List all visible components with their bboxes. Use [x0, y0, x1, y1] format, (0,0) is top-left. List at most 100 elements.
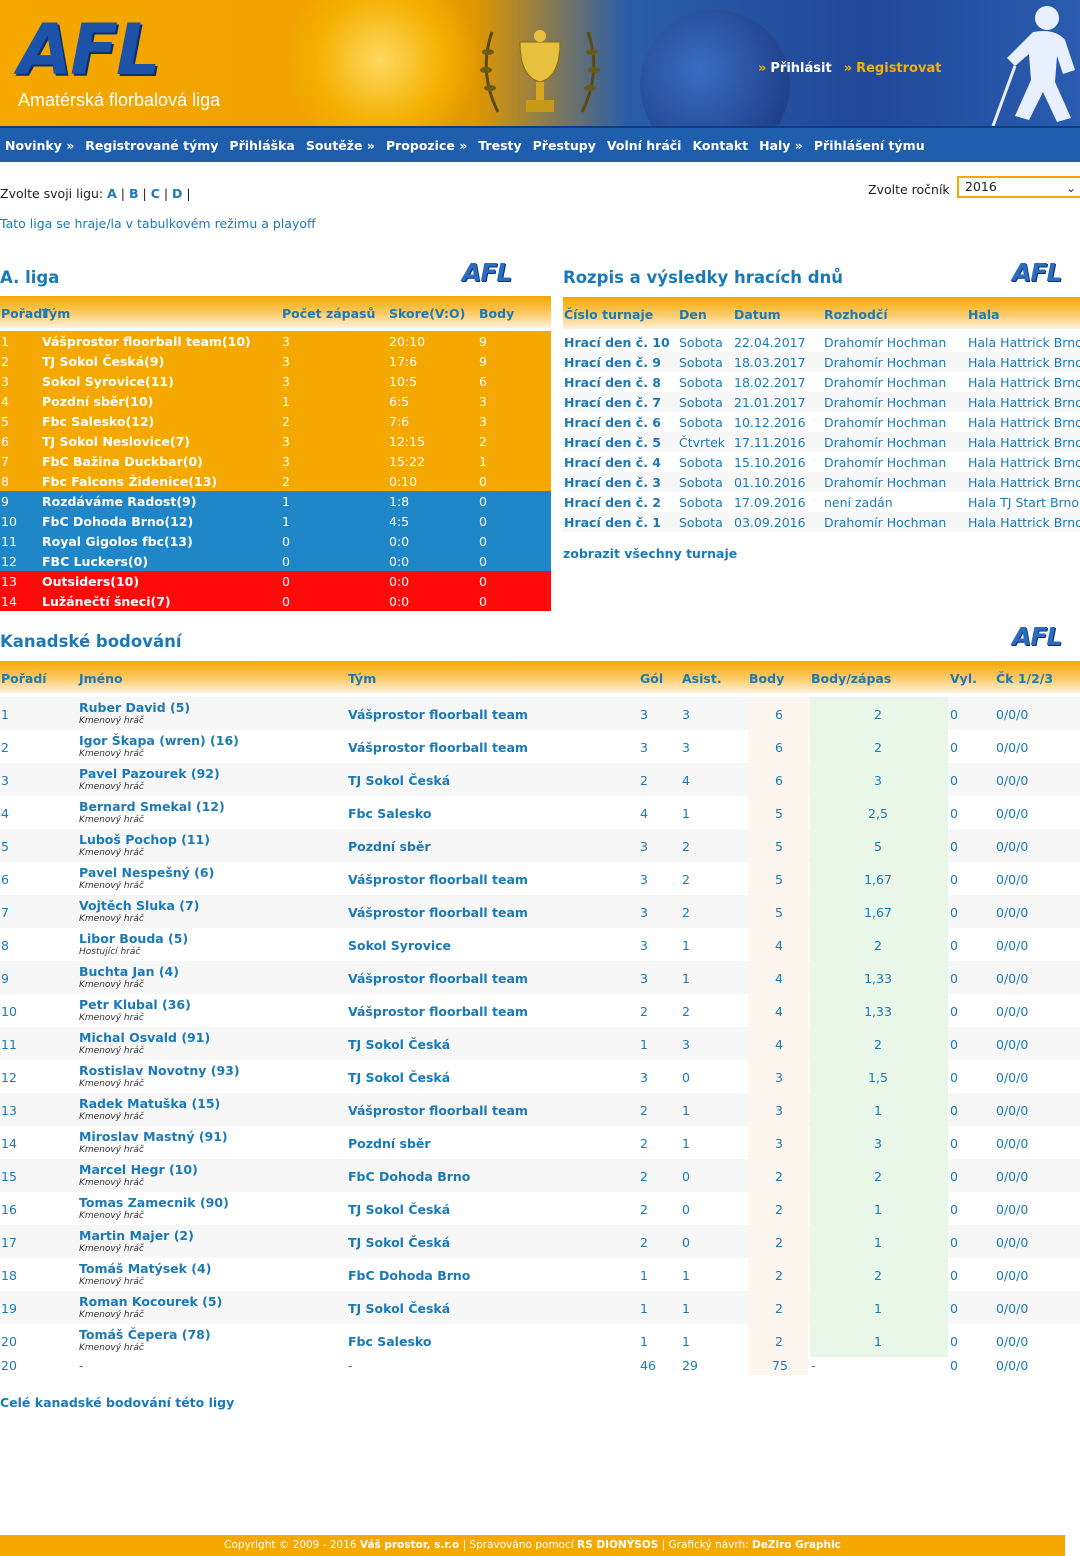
league-c-link[interactable]: C	[151, 186, 160, 201]
player-name-link[interactable]: Bernard Smekal (12)	[79, 799, 225, 814]
player-team-link[interactable]: TJ Sokol Česká	[348, 1202, 450, 1217]
nav-item[interactable]: Registrované týmy	[85, 138, 218, 153]
nav-item[interactable]: Novinky »	[5, 138, 74, 153]
player-team-link[interactable]: Vášprostor floorball team	[348, 740, 528, 755]
player-team-link[interactable]: FbC Dohoda Brno	[348, 1169, 470, 1184]
player-team-link[interactable]: Vášprostor floorball team	[348, 971, 528, 986]
schedule-num[interactable]: Hrací den č. 5	[564, 435, 661, 450]
nav-item[interactable]: Propozice »	[386, 138, 467, 153]
footer-company-link[interactable]: Váš prostor, s.r.o	[360, 1539, 459, 1551]
scoring-cards: 0/0/0	[996, 839, 1029, 854]
player-team-link[interactable]: Vášprostor floorball team	[348, 707, 528, 722]
player-team-link[interactable]: TJ Sokol Česká	[348, 1301, 450, 1316]
afl-logo[interactable]: AFL	[18, 12, 161, 88]
footer-designer-link[interactable]: DeZiro Graphic	[752, 1539, 841, 1551]
schedule-num[interactable]: Hrací den č. 3	[564, 475, 661, 490]
standings-team[interactable]: Fbc Falcons Židenice(13)	[42, 474, 217, 489]
standings-team[interactable]: TJ Sokol Neslovice(7)	[42, 434, 190, 449]
player-name-link[interactable]: Buchta Jan (4)	[79, 964, 179, 979]
player-name-link[interactable]: Michal Osvald (91)	[79, 1030, 210, 1045]
schedule-num[interactable]: Hrací den č. 10	[564, 335, 670, 350]
scoring-rank: 8	[1, 938, 9, 953]
standings-team[interactable]: Lužánečtí šneci(7)	[42, 594, 171, 609]
standings-team[interactable]: Sokol Syrovice(11)	[42, 374, 174, 389]
scoring-assists: 0	[682, 1202, 690, 1217]
scoring-points: 5	[775, 839, 783, 854]
nav-item[interactable]: Kontakt	[692, 138, 748, 153]
player-team-link[interactable]: TJ Sokol Česká	[348, 773, 450, 788]
player-team-link[interactable]: Vášprostor floorball team	[348, 1004, 528, 1019]
schedule-num[interactable]: Hrací den č. 8	[564, 375, 661, 390]
standings-team[interactable]: Vášprostor floorball team(10)	[42, 334, 251, 349]
schedule-num[interactable]: Hrací den č. 6	[564, 415, 661, 430]
player-team-link[interactable]: Pozdní sběr	[348, 839, 431, 854]
nav-item[interactable]: Přihlášení týmu	[814, 138, 925, 153]
player-team-link[interactable]: TJ Sokol Česká	[348, 1070, 450, 1085]
standings-team[interactable]: Rozdáváme Radost(9)	[42, 494, 196, 509]
player-team-link[interactable]: TJ Sokol Česká	[348, 1037, 450, 1052]
player-name-link[interactable]: Igor Škapa (wren) (16)	[79, 733, 239, 748]
player-team-link[interactable]: FbC Dohoda Brno	[348, 1268, 470, 1283]
player-name-link[interactable]: Miroslav Mastný (91)	[79, 1129, 228, 1144]
login-link[interactable]: » Přihlásit	[758, 61, 832, 76]
schedule-num[interactable]: Hrací den č. 4	[564, 455, 661, 470]
player-name-link[interactable]: Roman Kocourek (5)	[79, 1294, 222, 1309]
scoring-rank: 14	[1, 1136, 17, 1151]
schedule-hall: Hala TJ Start Brno	[968, 495, 1080, 510]
footer-cms-link[interactable]: RS DIONÝSOS	[577, 1539, 658, 1551]
schedule-num[interactable]: Hrací den č. 2	[564, 495, 661, 510]
standings-team[interactable]: Royal Gigolos fbc(13)	[42, 534, 193, 549]
nav-item[interactable]: Přestupy	[533, 138, 596, 153]
show-all-tournaments-link[interactable]: zobrazit všechny turnaje	[563, 546, 737, 561]
schedule-num[interactable]: Hrací den č. 1	[564, 515, 661, 530]
standings-team[interactable]: FBC Luckers(0)	[42, 554, 148, 569]
player-name-link[interactable]: Vojtěch Sluka (7)	[79, 898, 199, 913]
standings-team[interactable]: FbC Dohoda Brno(12)	[42, 514, 193, 529]
player-team-link[interactable]: Vášprostor floorball team	[348, 1103, 528, 1118]
player-team-link[interactable]: Fbc Salesko	[348, 806, 431, 821]
player-team-link[interactable]: Pozdní sběr	[348, 1136, 431, 1151]
player-name-link[interactable]: Pavel Pazourek (92)	[79, 766, 220, 781]
scoring-row: 13 Radek Matuška (15) Kmenový hráč Vášprost…	[0, 1093, 1080, 1126]
player-name-link[interactable]: Rostislav Novotny (93)	[79, 1063, 240, 1078]
league-d-link[interactable]: D	[172, 186, 182, 201]
player-name-link[interactable]: Martin Majer (2)	[79, 1228, 194, 1243]
schedule-date: 01.10.2016	[734, 475, 806, 490]
standings-team[interactable]: TJ Sokol Česká(9)	[42, 354, 164, 369]
player-name-link[interactable]: Petr Klubal (36)	[79, 997, 191, 1012]
player-name-link[interactable]: Libor Bouda (5)	[79, 931, 188, 946]
schedule-num[interactable]: Hrací den č. 7	[564, 395, 661, 410]
player-team-link[interactable]: Sokol Syrovice	[348, 938, 451, 953]
full-scoring-link[interactable]: Celé kanadské bodování této ligy	[0, 1395, 234, 1410]
standings-team[interactable]: FbC Bažina Duckbar(0)	[42, 454, 203, 469]
standings-team[interactable]: Fbc Salesko(12)	[42, 414, 154, 429]
standings-team[interactable]: Outsiders(10)	[42, 574, 139, 589]
year-select[interactable]: 2016 ⌄	[957, 176, 1080, 198]
register-link[interactable]: » Registrovat	[844, 61, 942, 76]
league-b-link[interactable]: B	[129, 186, 139, 201]
standings-team[interactable]: Pozdní sběr(10)	[42, 394, 153, 409]
player-team-link[interactable]: Vášprostor floorball team	[348, 905, 528, 920]
player-name-link[interactable]: Tomas Zamecnik (90)	[79, 1195, 229, 1210]
player-name-link[interactable]: Pavel Nespešný (6)	[79, 865, 214, 880]
player-name-link[interactable]: Luboš Pochop (11)	[79, 832, 210, 847]
nav-item[interactable]: Haly »	[759, 138, 803, 153]
player-name-link[interactable]: Tomáš Čepera (78)	[79, 1327, 211, 1342]
nav-item[interactable]: Volní hráči	[607, 138, 682, 153]
scoring-rank: 19	[1, 1301, 17, 1316]
player-name-link[interactable]: Ruber David (5)	[79, 700, 190, 715]
player-team-link[interactable]: Fbc Salesko	[348, 1334, 431, 1349]
scoring-assists: 1	[682, 1268, 690, 1283]
player-team-link[interactable]: TJ Sokol Česká	[348, 1235, 450, 1250]
nav-item[interactable]: Přihláška	[229, 138, 294, 153]
standings-points: 6	[479, 374, 487, 389]
standings-score: 0:0	[389, 574, 410, 589]
player-name-link[interactable]: Radek Matuška (15)	[79, 1096, 220, 1111]
player-team-link[interactable]: Vášprostor floorball team	[348, 872, 528, 887]
league-a-link[interactable]: A	[107, 186, 117, 201]
player-name-link[interactable]: Marcel Hegr (10)	[79, 1162, 198, 1177]
nav-item[interactable]: Tresty	[478, 138, 521, 153]
player-name-link[interactable]: Tomáš Matýsek (4)	[79, 1261, 211, 1276]
schedule-num[interactable]: Hrací den č. 9	[564, 355, 661, 370]
nav-item[interactable]: Soutěže »	[306, 138, 375, 153]
